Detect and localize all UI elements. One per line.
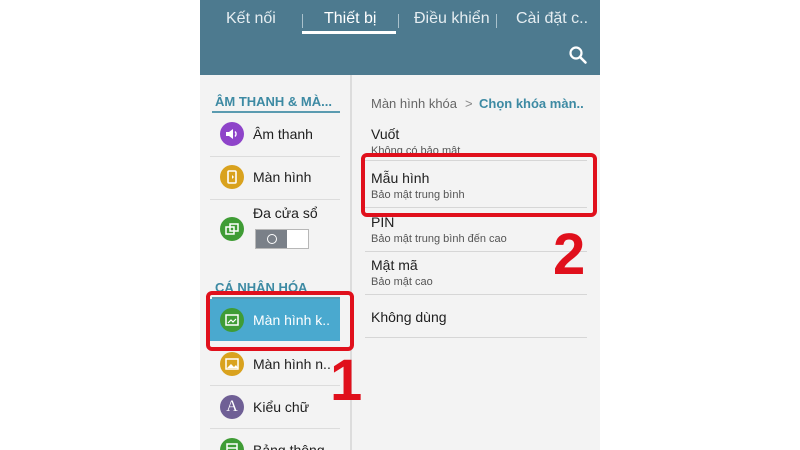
tab-ket-noi[interactable]: Kết nối <box>226 10 276 28</box>
sidebar-item-label: Đa cửa sổ <box>253 205 318 221</box>
list-divider <box>365 294 587 295</box>
breadcrumb-separator-icon: > <box>465 96 473 111</box>
sidebar-item-notification-panel[interactable]: Bảng thông... <box>210 429 340 450</box>
sidebar-item-label: Màn hình n.. <box>253 356 331 372</box>
option-subtitle: Bảo mật cao <box>371 276 433 288</box>
multi-window-icon <box>220 217 244 241</box>
step-number-1: 1 <box>330 348 363 413</box>
sidebar-item-label: Kiểu chữ <box>253 399 310 415</box>
search-icon[interactable] <box>568 45 588 65</box>
list-divider <box>365 337 587 338</box>
sidebar-item-label: Bảng thông... <box>253 442 337 450</box>
sidebar-item-label: Âm thanh <box>253 126 313 142</box>
top-tab-bar: Kết nối Thiết bị Điều khiển Cài đặt c.. <box>200 0 600 75</box>
settings-screen: Kết nối Thiết bị Điều khiển Cài đặt c.. … <box>200 0 600 450</box>
breadcrumb-current: Chọn khóa màn.. <box>479 96 584 111</box>
active-tab-indicator <box>302 31 396 34</box>
highlight-box-step-1 <box>206 291 354 351</box>
tab-separator <box>398 14 399 28</box>
tab-dieu-khien[interactable]: Điều khiển <box>414 10 490 28</box>
display-icon <box>220 165 244 189</box>
option-title: Mật mã <box>371 257 418 273</box>
tab-separator <box>496 14 497 28</box>
notification-panel-icon <box>220 438 244 450</box>
toggle-off-part <box>256 230 287 248</box>
settings-category-list: ÂM THANH & MÀ... Âm thanh Màn hình Đa cử… <box>200 75 350 450</box>
sidebar-item-sound[interactable]: Âm thanh <box>210 113 340 155</box>
breadcrumb-parent[interactable]: Màn hình khóa <box>371 96 457 111</box>
volume-icon <box>220 122 244 146</box>
option-subtitle: Bảo mật trung bình đến cao <box>371 233 507 245</box>
highlight-box-step-2 <box>361 153 597 217</box>
sidebar-item-font[interactable]: A Kiểu chữ <box>210 386 340 428</box>
multi-window-toggle[interactable] <box>255 229 309 249</box>
wallpaper-icon <box>220 352 244 376</box>
sidebar-item-label: Màn hình <box>253 169 312 185</box>
tab-separator <box>302 14 303 28</box>
option-title: Không dùng <box>371 309 447 325</box>
sidebar-item-display[interactable]: Màn hình <box>210 156 340 198</box>
tab-cai-dat[interactable]: Cài đặt c.. <box>516 10 588 28</box>
step-number-2: 2 <box>553 222 586 287</box>
font-icon: A <box>220 395 244 419</box>
section-header-sound-display: ÂM THANH & MÀ... <box>215 94 332 109</box>
tab-thiet-bi[interactable]: Thiết bị <box>324 10 376 28</box>
option-title: Vuốt <box>371 126 400 142</box>
toggle-knob <box>267 234 277 244</box>
